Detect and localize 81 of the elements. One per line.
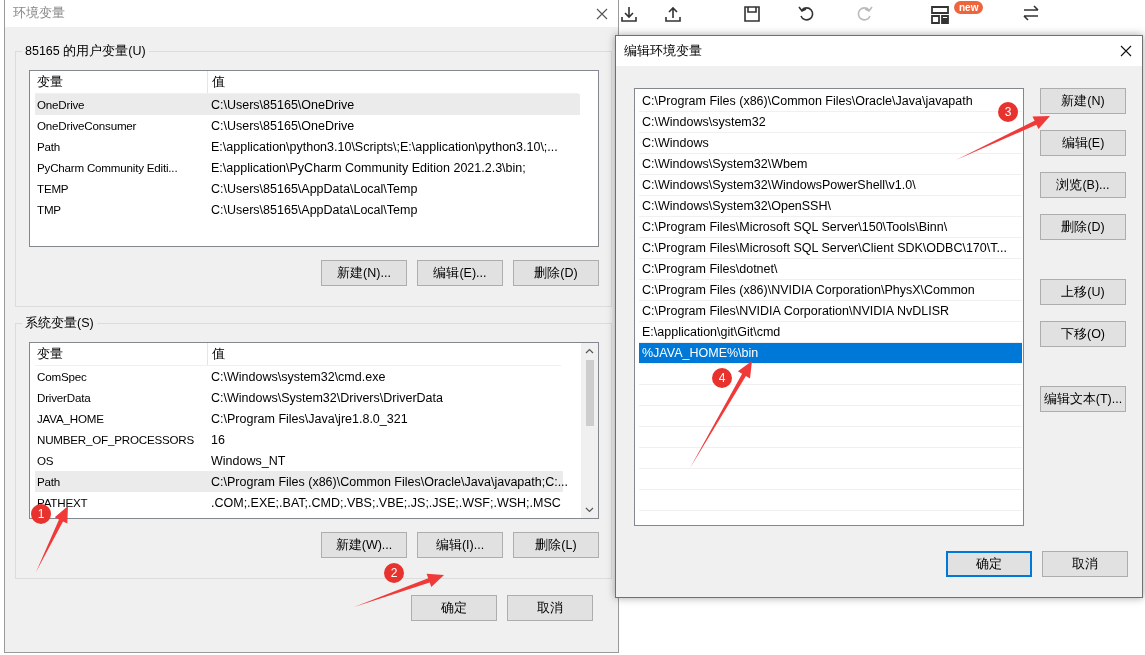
template-icon[interactable]: [930, 5, 950, 25]
table-cell-text: C:\Windows\system32\cmd.exe: [210, 369, 387, 384]
dialog-button[interactable]: 删除(D): [513, 260, 599, 286]
list-item[interactable]: C:\Program Files\NVIDIA Corporation\NVIDIA NvDLISR: [639, 301, 1022, 322]
table-cell-text: C:\Users\85165\OneDrive: [210, 97, 356, 112]
table-cell-text: C:\Users\85165\OneDrive: [210, 118, 356, 133]
close-icon[interactable]: [1120, 45, 1132, 57]
table-row[interactable]: PyCharm Community Editi... E:\application\PyCharm Community Edition 2021.2.3\bin;: [35, 157, 580, 178]
table-cell-text: C:\Windows\System32\Drivers\DriverData: [210, 390, 444, 405]
dialog-button[interactable]: 删除(D): [1040, 214, 1126, 240]
table-cell-text: 16: [210, 432, 226, 447]
table-cell-text: Path: [36, 140, 62, 153]
list-item[interactable]: C:\Program Files\Microsoft SQL Server\Client SDK\ODBC\170\T...: [639, 238, 1022, 259]
table-cell-text: DriverData: [36, 391, 92, 404]
table-cell-text: PyCharm Community Editi...: [36, 161, 179, 174]
table-cell-text: NUMBER_OF_PROCESSORS: [36, 433, 196, 446]
scrollbar[interactable]: [581, 343, 598, 518]
dialog-button[interactable]: 编辑(I)...: [417, 532, 503, 558]
window-title: 编辑环境变量: [624, 42, 702, 60]
table-cell-text: C:\Users\85165\AppData\Local\Temp: [210, 202, 419, 217]
table-row[interactable]: JAVA_HOME C:\Program Files\Java\jre1.8.0_321: [35, 408, 563, 429]
column-header[interactable]: 值: [208, 71, 578, 93]
new-badge: new: [954, 1, 984, 14]
table-cell-text: TMP: [36, 203, 62, 216]
dialog-button[interactable]: 编辑(E): [1040, 130, 1126, 156]
column-header[interactable]: 变量: [35, 343, 208, 365]
group-label: 系统变量(S): [22, 315, 97, 332]
table-cell-text: JAVA_HOME: [36, 412, 105, 425]
dialog-button[interactable]: 新建(N)...: [321, 260, 407, 286]
scroll-up-icon[interactable]: [585, 348, 594, 354]
undo-icon[interactable]: [798, 5, 816, 23]
save-icon[interactable]: [743, 5, 761, 23]
table-cell-text: OneDriveConsumer: [36, 119, 138, 132]
scroll-down-icon[interactable]: [585, 507, 594, 513]
table-row[interactable]: OneDrive C:\Users\85165\OneDrive: [35, 94, 580, 115]
table-cell-text: TEMP: [36, 182, 70, 195]
table-cell-text: OS: [36, 454, 55, 467]
table-cell-text: OneDrive: [36, 98, 86, 111]
dialog-button[interactable]: 新建(N): [1040, 88, 1126, 114]
dialog-button[interactable]: 取消: [1042, 551, 1128, 577]
table-row[interactable]: Path E:\application\python3.10\Scripts\;E:\application\python3.10\;...: [35, 136, 580, 157]
upload-icon[interactable]: [664, 5, 682, 23]
window-title: 环境变量: [13, 5, 65, 22]
table-cell-text: .COM;.EXE;.BAT;.CMD;.VBS;.VBE;.JS;.JSE;.WSF;.WSH;.MSC: [210, 495, 562, 510]
list-item[interactable]: C:\Program Files (x86)\NVIDIA Corporation\PhysX\Common: [639, 280, 1022, 301]
table-row[interactable]: NUMBER_OF_PROCESSORS 16: [35, 429, 563, 450]
list-item[interactable]: C:\Program Files\dotnet\: [639, 259, 1022, 280]
dialog-button[interactable]: 编辑(E)...: [417, 260, 503, 286]
group-label: 85165 的用户变量(U): [22, 43, 149, 60]
table-cell-text: C:\Program Files\Java\jre1.8.0_321: [210, 411, 409, 426]
table-row[interactable]: TMP C:\Users\85165\AppData\Local\Temp: [35, 199, 580, 220]
table-cell-text: Path: [36, 475, 62, 488]
column-header[interactable]: 变量: [35, 71, 208, 93]
dialog-button[interactable]: 上移(U): [1040, 279, 1126, 305]
table-cell-text: ComSpec: [36, 370, 88, 383]
table-row[interactable]: TEMP C:\Users\85165\AppData\Local\Temp: [35, 178, 580, 199]
download-icon[interactable]: [620, 5, 638, 23]
list-item[interactable]: C:\Program Files\Microsoft SQL Server\150\Tools\Binn\: [639, 217, 1022, 238]
list-item[interactable]: C:\Windows\System32\Wbem: [639, 154, 1022, 175]
table-cell-text: E:\application\PyCharm Community Edition 2021.2.3\bin;: [210, 160, 527, 175]
dialog-button[interactable]: 删除(L): [513, 532, 599, 558]
table-row[interactable]: ComSpec C:\Windows\system32\cmd.exe: [35, 366, 563, 387]
table-cell-text: E:\application\python3.10\Scripts\;E:\application\python3.10\;...: [210, 139, 559, 154]
dialog-button[interactable]: 编辑文本(T)...: [1040, 386, 1126, 412]
table-cell-text: C:\Users\85165\AppData\Local\Temp: [210, 181, 419, 196]
list-item[interactable]: %JAVA_HOME%\bin: [639, 343, 1022, 364]
dialog-button[interactable]: 确定: [946, 551, 1032, 577]
dialog-button[interactable]: 新建(W)...: [321, 532, 407, 558]
table-cell-text: Windows_NT: [210, 453, 287, 468]
dialog-button[interactable]: 取消: [507, 595, 593, 621]
table-row[interactable]: OS Windows_NT: [35, 450, 563, 471]
table-row[interactable]: DriverData C:\Windows\System32\Drivers\DriverData: [35, 387, 563, 408]
swap-icon[interactable]: [1022, 5, 1040, 21]
column-header[interactable]: 值: [208, 343, 561, 365]
scroll-thumb[interactable]: [585, 360, 594, 426]
dialog-button[interactable]: 下移(O): [1040, 321, 1126, 347]
dialog-button[interactable]: 浏览(B)...: [1040, 172, 1126, 198]
dialog-button[interactable]: 确定: [411, 595, 497, 621]
list-item[interactable]: C:\Windows\System32\WindowsPowerShell\v1.0\: [639, 175, 1022, 196]
table-row[interactable]: OneDriveConsumer C:\Users\85165\OneDrive: [35, 115, 580, 136]
list-item[interactable]: C:\Windows\System32\OpenSSH\: [639, 196, 1022, 217]
